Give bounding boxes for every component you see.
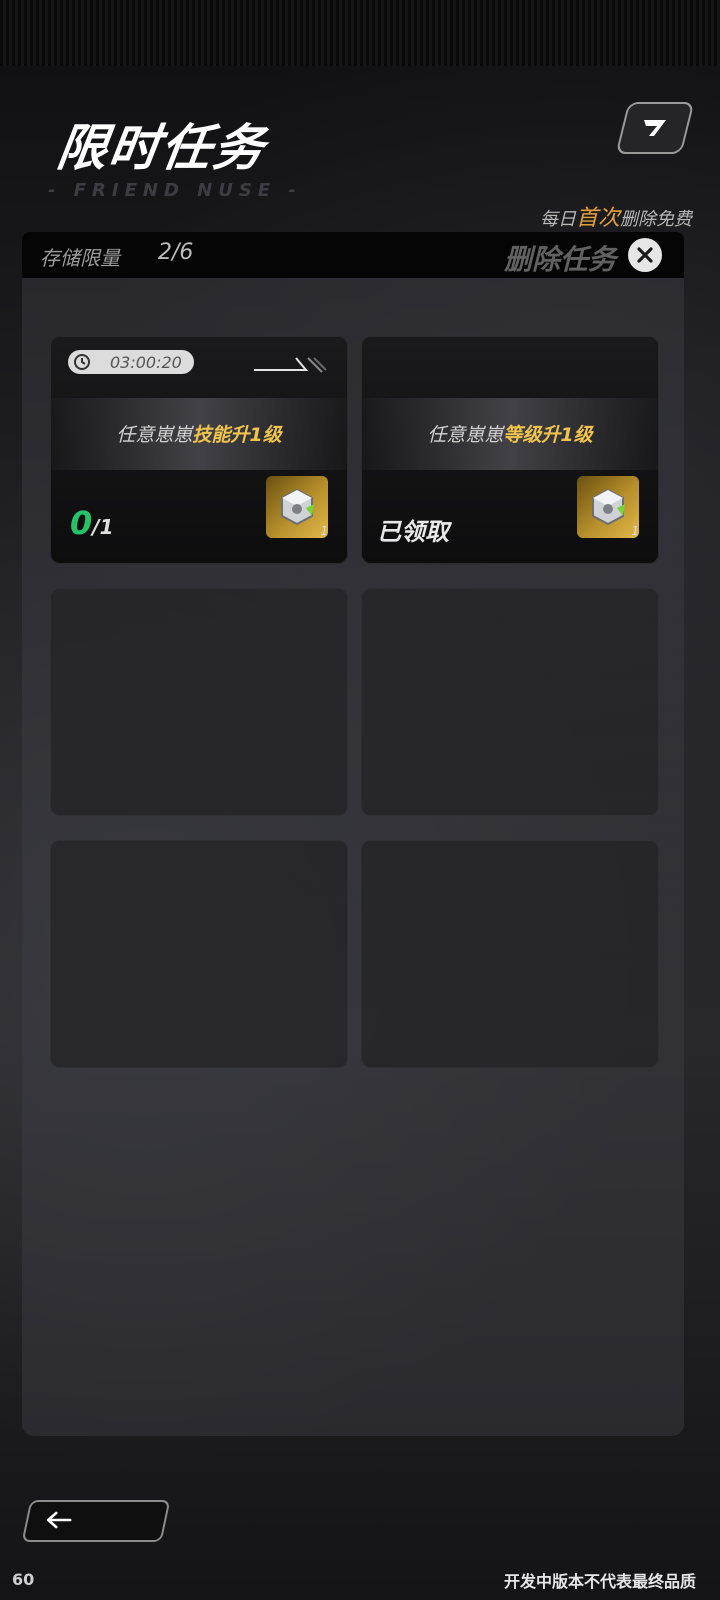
task-text-highlight: 等级升1级 <box>503 424 593 446</box>
clock-icon <box>72 352 92 372</box>
storage-value: 2/6 <box>158 240 194 265</box>
reward-count: 1 <box>320 524 328 538</box>
claimed-status: 已领取 <box>377 518 449 546</box>
arrow-left-icon <box>46 1511 72 1529</box>
top-texture-band <box>0 0 720 66</box>
reward-count: 1 <box>631 524 639 538</box>
daily-note-prefix: 每日 <box>539 209 576 230</box>
storage-bar: 存储限量 2/6 删除任务 <box>22 232 684 278</box>
exit-button[interactable] <box>615 102 695 154</box>
daily-note-suffix: 删除免费 <box>620 209 692 230</box>
page-subtitle: - FRIEND NUSE - <box>48 180 302 201</box>
reward-item[interactable] <box>266 476 328 538</box>
task-description: 任意崽崽等级升1级 <box>361 420 659 447</box>
gear-cube-icon <box>281 488 314 526</box>
task-text-prefix: 任意崽崽 <box>427 424 504 446</box>
timer-badge: 03:00:20 <box>68 350 194 374</box>
task-text-highlight: 技能升1级 <box>192 424 282 446</box>
task-progress: 0/1 <box>70 504 114 542</box>
dev-build-note: 开发中版本不代表最终品质 <box>503 1572 696 1591</box>
delete-task-button[interactable] <box>628 238 662 272</box>
exit-icon <box>644 120 666 136</box>
progress-total: 1 <box>99 515 114 539</box>
speed-lines-icon <box>254 357 327 373</box>
empty-task-slot <box>50 588 348 816</box>
storage-label: 存储限量 <box>40 246 120 270</box>
daily-delete-note: 每日首次删除免费 <box>540 200 692 232</box>
page-title: 限时任务 <box>53 119 270 177</box>
daily-note-highlight: 首次 <box>575 206 620 231</box>
task-card[interactable]: 03:00:20 任意崽崽技能升1级 0/1 1 <box>50 336 348 564</box>
progress-current: 0 <box>70 504 93 542</box>
back-button[interactable] <box>21 1500 171 1542</box>
empty-task-slot <box>361 840 659 1068</box>
close-icon <box>637 247 653 263</box>
task-description: 任意崽崽技能升1级 <box>50 420 348 447</box>
empty-task-slot <box>50 840 348 1068</box>
fps-counter: 60 <box>12 1570 35 1589</box>
task-text-prefix: 任意崽崽 <box>116 424 193 446</box>
task-card[interactable]: 任意崽崽等级升1级 已领取 1 <box>361 336 659 564</box>
timer-text: 03:00:20 <box>110 352 182 372</box>
gear-cube-icon <box>592 488 625 526</box>
delete-task-label[interactable]: 删除任务 <box>504 238 616 278</box>
progress-separator: / <box>92 515 100 539</box>
reward-item[interactable] <box>577 476 639 538</box>
empty-task-slot <box>361 588 659 816</box>
